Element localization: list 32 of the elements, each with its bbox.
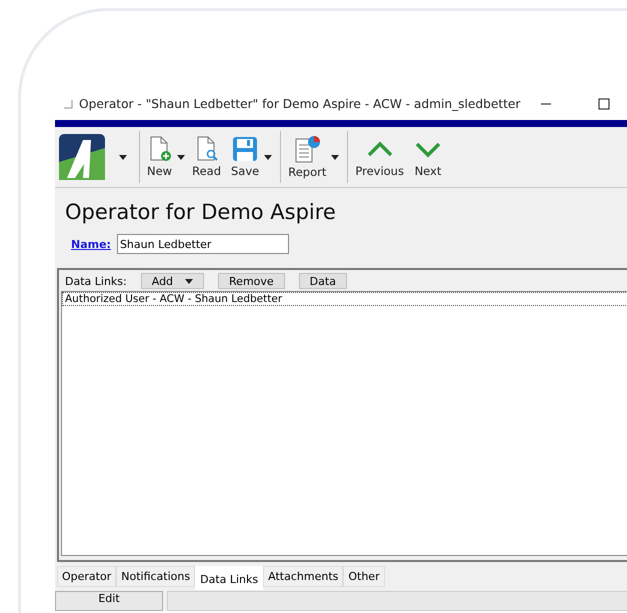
- toolbar-button[interactable]: Save: [228, 136, 262, 178]
- logo-icon[interactable]: [59, 134, 105, 180]
- window-icon: [63, 99, 73, 109]
- tab[interactable]: Attachments: [263, 566, 344, 587]
- toolbar-button[interactable]: Report: [285, 135, 330, 179]
- name-label: Name:: [71, 238, 111, 250]
- caret-icon[interactable]: [177, 154, 186, 160]
- maximize-icon[interactable]: [598, 98, 610, 110]
- document-search-icon: [194, 136, 219, 162]
- tab[interactable]: Operator: [57, 566, 116, 587]
- caret-icon[interactable]: [119, 154, 127, 160]
- window-title: Operator - "Shaun Ledbetter" for Demo Aspire - ACW - admin_sledbetter: [79, 97, 520, 111]
- toolbar-button[interactable]: New: [144, 136, 176, 178]
- new-document-icon: [148, 136, 172, 162]
- tab[interactable]: Other: [343, 566, 385, 587]
- panel-button[interactable]: Remove: [218, 273, 285, 289]
- panel-button[interactable]: Add: [140, 273, 204, 289]
- caret-icon[interactable]: [264, 154, 272, 160]
- caret-icon[interactable]: [331, 154, 340, 160]
- save-icon: [232, 136, 258, 162]
- list-item[interactable]: Authorized User - ACW - Shaun Ledbetter: [62, 292, 627, 306]
- name-field[interactable]: Shaun Ledbetter: [116, 234, 289, 254]
- edit-button[interactable]: Edit: [55, 591, 163, 611]
- form-heading: Operator for Demo Aspire: [65, 200, 337, 224]
- panel-button[interactable]: Data: [298, 273, 347, 289]
- report-icon: [293, 135, 322, 163]
- toolbar-button[interactable]: Read: [189, 136, 224, 178]
- tab[interactable]: Data Links: [195, 566, 264, 590]
- data-links-label: Data Links:: [65, 274, 127, 288]
- toolbar-button[interactable]: Previous: [352, 136, 407, 178]
- tab[interactable]: Notifications: [116, 566, 196, 587]
- toolbar-button[interactable]: Next: [410, 136, 445, 178]
